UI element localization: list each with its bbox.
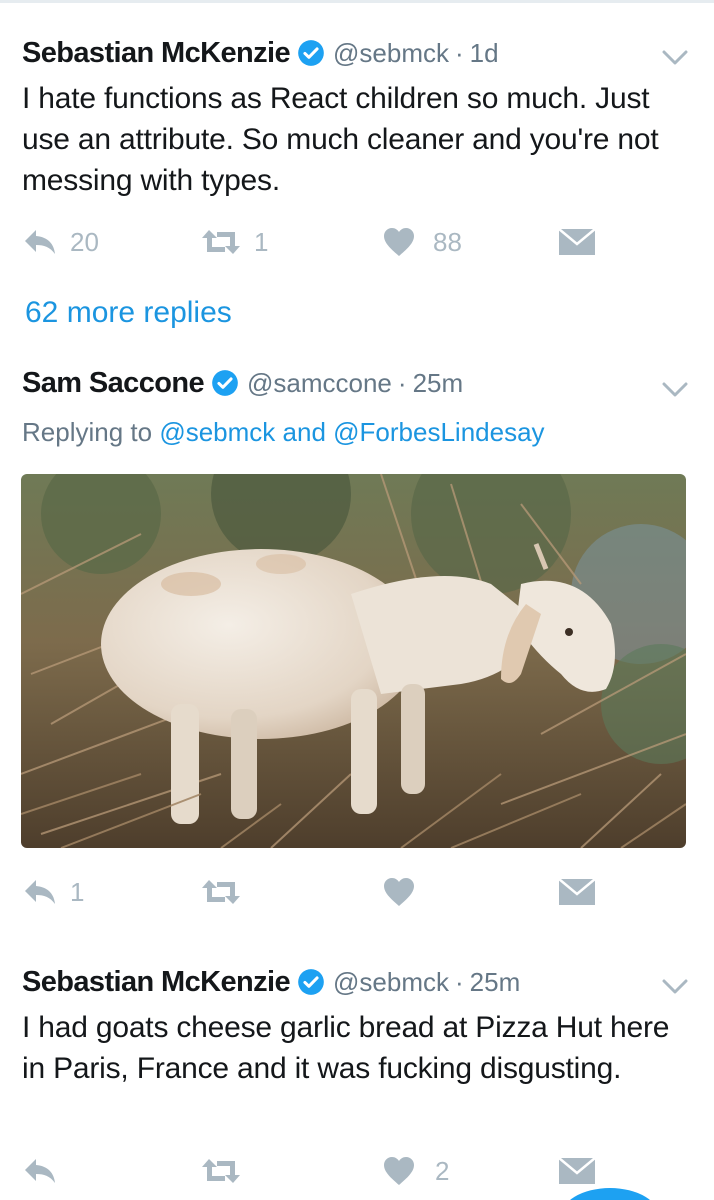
heart-icon <box>384 228 414 256</box>
heart-icon <box>384 1157 414 1185</box>
like-button[interactable]: 88 <box>383 222 462 262</box>
dm-button[interactable] <box>558 222 596 262</box>
author-name[interactable]: Sebastian McKenzie <box>22 966 291 999</box>
tweet-header: Sam Saccone @samccone · 25m <box>22 366 463 400</box>
meta-separator: · <box>397 367 407 398</box>
tweet-header: Sebastian McKenzie @sebmck · 1d <box>22 36 499 70</box>
verified-badge-icon <box>212 370 238 396</box>
tweet-actions: 20 1 88 <box>0 222 714 262</box>
reply-button[interactable]: 1 <box>22 872 84 912</box>
replying-user-link[interactable]: @sebmck <box>159 417 275 447</box>
heart-icon <box>384 878 414 906</box>
retweet-button[interactable] <box>200 1151 254 1191</box>
replying-and: and <box>282 417 326 447</box>
retweet-icon <box>202 1159 240 1183</box>
dm-button[interactable] <box>558 872 596 912</box>
retweet-icon <box>202 880 240 904</box>
retweet-button[interactable] <box>200 872 254 912</box>
author-handle[interactable]: @sebmck <box>333 38 449 69</box>
more-replies-link[interactable]: 62 more replies <box>25 296 232 330</box>
reply-button[interactable]: 20 <box>22 222 99 262</box>
goat-photo-image <box>21 474 686 848</box>
retweet-button[interactable]: 1 <box>200 222 268 262</box>
meta-separator: · <box>455 966 464 997</box>
tweet-time[interactable]: 1d <box>470 38 499 69</box>
reply-icon <box>25 1159 55 1183</box>
reply-button[interactable] <box>22 1151 70 1191</box>
meta-separator: · <box>455 37 464 68</box>
author-handle[interactable]: @samccone <box>247 368 392 399</box>
envelope-icon <box>558 228 596 255</box>
retweet-icon <box>202 230 240 254</box>
like-button[interactable] <box>383 872 427 912</box>
dm-button[interactable] <box>558 1151 596 1191</box>
replying-prefix: Replying to <box>22 417 153 447</box>
tweet-actions: 1 <box>0 872 714 912</box>
verified-badge-icon <box>298 969 324 995</box>
like-count: 88 <box>433 226 462 257</box>
tweet-text: I had goats cheese garlic bread at Pizza… <box>22 1011 670 1085</box>
chevron-down-icon[interactable] <box>662 382 688 398</box>
like-button[interactable]: 2 <box>383 1151 449 1191</box>
chevron-down-icon[interactable] <box>662 979 688 995</box>
tweet-time[interactable]: 25m <box>413 368 464 399</box>
goat-photo[interactable] <box>21 474 686 848</box>
reply-count: 20 <box>70 226 99 257</box>
retweet-count: 1 <box>254 226 269 257</box>
reply-icon <box>25 880 55 904</box>
tweet-text: I hate functions as React children so mu… <box>22 82 659 197</box>
reply-count: 1 <box>70 876 85 907</box>
reply-icon <box>25 230 55 254</box>
envelope-icon <box>558 878 596 905</box>
tweet-header: Sebastian McKenzie @sebmck · 25m <box>22 965 520 999</box>
envelope-icon <box>558 1157 596 1184</box>
author-name[interactable]: Sebastian McKenzie <box>22 37 291 70</box>
replying-user-link[interactable]: @ForbesLindesay <box>333 417 544 447</box>
tweet-time[interactable]: 25m <box>470 967 521 998</box>
author-name[interactable]: Sam Saccone <box>22 367 205 400</box>
verified-badge-icon <box>298 40 324 66</box>
top-divider <box>0 0 714 3</box>
like-count: 2 <box>435 1155 450 1186</box>
replying-to: Replying to @sebmck and @ForbesLindesay <box>22 417 545 448</box>
chevron-down-icon[interactable] <box>662 50 688 66</box>
author-handle[interactable]: @sebmck <box>333 967 449 998</box>
tweet-actions: 2 <box>0 1151 714 1191</box>
